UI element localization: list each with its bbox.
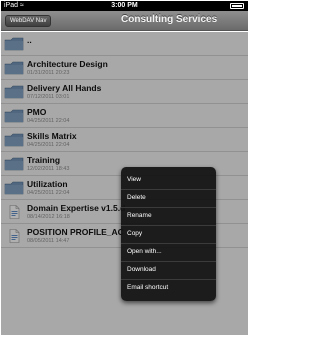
status-bar: iPad ≈ 3:00 PM (1, 1, 248, 11)
menu-item-delete[interactable]: Delete (121, 189, 216, 207)
navigation-bar: WebDAV Nav Consulting Services (1, 11, 248, 31)
menu-item-rename[interactable]: Rename (121, 207, 216, 225)
menu-item-email-shortcut[interactable]: Email shortcut (121, 279, 216, 297)
back-button[interactable]: WebDAV Nav (5, 15, 52, 27)
page-title: Consulting Services (121, 14, 218, 25)
menu-item-open-with[interactable]: Open with... (121, 243, 216, 261)
menu-item-view[interactable]: View (121, 171, 216, 189)
menu-item-copy[interactable]: Copy (121, 225, 216, 243)
context-menu: View Delete Rename Copy Open with... Dow… (121, 167, 216, 301)
menu-item-download[interactable]: Download (121, 261, 216, 279)
clock: 3:00 PM (111, 2, 138, 9)
ipad-screen: iPad ≈ 3:00 PM WebDAV Nav Consulting Ser… (0, 0, 249, 337)
battery-icon (230, 3, 244, 9)
